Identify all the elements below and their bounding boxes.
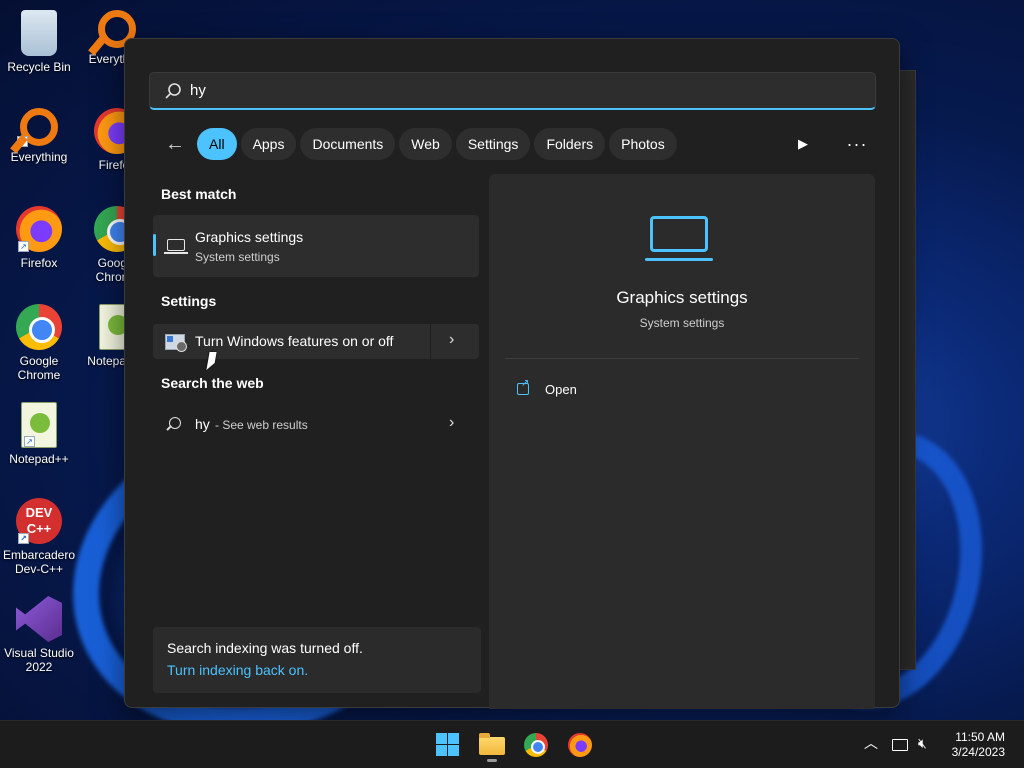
filter-chip-photos[interactable]: Photos	[609, 128, 677, 160]
windows-logo-icon	[436, 733, 447, 744]
taskbar-chrome[interactable]	[520, 729, 552, 761]
best-match-result[interactable]: Graphics settings System settings	[153, 215, 479, 277]
filter-chip-web[interactable]: Web	[399, 128, 452, 160]
best-match-heading: Best match	[161, 186, 237, 202]
web-result[interactable]: hy - See web results ›	[153, 405, 479, 443]
filter-chip-documents[interactable]: Documents	[300, 128, 396, 160]
everything-icon: ↗	[17, 108, 58, 147]
best-match-subtitle: System settings	[195, 250, 280, 264]
web-result-query: hy	[195, 416, 210, 432]
search-input[interactable]	[190, 82, 790, 99]
settings-result-windows-features[interactable]: Turn Windows features on or off ›	[153, 324, 479, 359]
windows-features-icon	[165, 334, 187, 352]
search-box[interactable]	[149, 72, 876, 110]
taskbar-file-explorer[interactable]	[476, 729, 508, 762]
indexing-notice: Search indexing was turned off. Turn ind…	[153, 627, 481, 693]
indexing-link[interactable]: Turn indexing back on.	[167, 662, 308, 678]
running-indicator	[487, 759, 497, 762]
recycle-bin-icon	[21, 10, 57, 56]
filter-row: ← All Apps Documents Web Settings Folder…	[161, 128, 677, 160]
result-preview-pane: Graphics settings System settings Open	[489, 174, 875, 709]
desktop-icon-google-chrome[interactable]: Google Chrome	[0, 304, 78, 382]
desktop-icon-everything[interactable]: ↗ Everything	[0, 108, 78, 164]
desktop-icon-firefox[interactable]: ↗ Firefox	[0, 206, 78, 270]
chevron-right-icon[interactable]: ›	[449, 331, 454, 349]
desktop-icon-visual-studio[interactable]: Visual Studio 2022	[0, 596, 78, 674]
chrome-icon	[16, 304, 62, 350]
clock-date: 3/24/2023	[951, 745, 1005, 759]
more-options-icon[interactable]: ···	[841, 128, 873, 160]
laptop-icon	[164, 239, 188, 254]
start-button[interactable]	[432, 729, 464, 761]
more-filters-play-icon[interactable]: ▶	[787, 128, 819, 160]
settings-heading: Settings	[161, 293, 217, 309]
chevron-right-icon[interactable]: ›	[449, 414, 454, 432]
visual-studio-icon	[16, 596, 62, 642]
chrome-icon	[524, 733, 548, 757]
back-arrow-icon[interactable]: ←	[161, 130, 189, 158]
search-panel: ← All Apps Documents Web Settings Folder…	[124, 38, 900, 709]
filter-chip-folders[interactable]: Folders	[534, 128, 606, 160]
divider	[430, 324, 431, 359]
desktop-icon-notepad-plus-plus[interactable]: ↗ Notepad++	[0, 402, 78, 466]
open-external-icon	[517, 378, 529, 395]
preview-title: Graphics settings	[616, 288, 748, 307]
folder-icon	[479, 733, 505, 755]
search-icon	[169, 417, 181, 429]
search-icon	[165, 82, 181, 99]
filter-chip-all[interactable]: All	[197, 128, 237, 160]
settings-result-title: Turn Windows features on or off	[195, 333, 394, 349]
taskbar: ︿ 🔇︎ 11:50 AM 3/24/2023	[0, 720, 1024, 768]
best-match-title: Graphics settings	[195, 229, 304, 245]
firefox-icon: ↗	[16, 206, 62, 252]
laptop-icon	[645, 216, 713, 261]
taskbar-firefox[interactable]	[564, 729, 596, 761]
filter-chip-apps[interactable]: Apps	[240, 128, 297, 160]
system-clock[interactable]: 11:50 AM 3/24/2023	[952, 730, 1005, 760]
notepad-plus-plus-icon: ↗	[21, 402, 57, 448]
dev-cpp-icon: DEV C++ ↗	[16, 498, 62, 544]
web-result-suffix: - See web results	[215, 418, 308, 432]
clock-time: 11:50 AM	[955, 730, 1005, 744]
open-action[interactable]: Open	[545, 382, 577, 397]
search-web-heading: Search the web	[161, 375, 264, 391]
preview-subtitle: System settings	[639, 316, 725, 330]
desktop-icon-recycle-bin[interactable]: Recycle Bin	[0, 10, 78, 74]
volume-muted-icon[interactable]: 🔇︎	[918, 735, 927, 752]
show-hidden-icons-chevron-up-icon[interactable]: ︿	[864, 733, 878, 753]
divider	[505, 358, 859, 359]
selection-accent	[153, 234, 156, 256]
filter-chip-settings[interactable]: Settings	[455, 128, 531, 160]
network-icon[interactable]	[892, 739, 908, 751]
indexing-message: Search indexing was turned off.	[167, 640, 363, 656]
desktop-icon-dev-cpp[interactable]: DEV C++ ↗ Embarcadero Dev-C++	[0, 498, 78, 576]
firefox-icon	[568, 733, 592, 757]
